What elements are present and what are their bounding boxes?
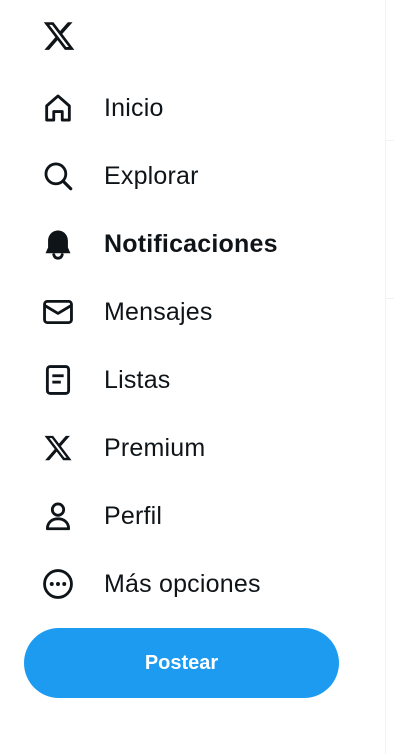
sidebar-item-label: Mensajes [104, 297, 213, 326]
sidebar-item-label: Premium [104, 433, 206, 462]
sidebar-item-label: Perfil [104, 501, 163, 530]
bell-icon [40, 226, 76, 262]
divider [386, 298, 394, 299]
main-column-edge [386, 0, 394, 754]
sidebar-item-explorar[interactable]: Explorar [26, 149, 213, 203]
sidebar-nav: Inicio Explorar Notificaciones Mensajes [0, 0, 385, 754]
sidebar-item-mensajes[interactable]: Mensajes [26, 285, 227, 339]
sidebar-item-label: Inicio [104, 93, 164, 122]
sidebar-item-premium[interactable]: Premium [26, 421, 219, 475]
x-logo-icon[interactable] [40, 17, 78, 55]
divider [386, 140, 394, 141]
sidebar-item-label: Notificaciones [104, 229, 278, 258]
person-icon [40, 498, 76, 534]
sidebar-item-label: Listas [104, 365, 171, 394]
sidebar-item-inicio[interactable]: Inicio [26, 81, 178, 135]
more-circle-icon [40, 566, 76, 602]
sidebar-item-perfil[interactable]: Perfil [26, 489, 176, 543]
list-icon [40, 362, 76, 398]
x-logo-icon [40, 430, 76, 466]
home-icon [40, 90, 76, 126]
envelope-icon [40, 294, 76, 330]
post-button[interactable]: Postear [24, 628, 339, 698]
sidebar-item-mas-opciones[interactable]: Más opciones [26, 557, 275, 611]
search-icon [40, 158, 76, 194]
sidebar-item-notificaciones[interactable]: Notificaciones [26, 217, 292, 271]
sidebar-item-label: Explorar [104, 161, 199, 190]
sidebar-item-label: Más opciones [104, 569, 261, 598]
sidebar-item-listas[interactable]: Listas [26, 353, 185, 407]
